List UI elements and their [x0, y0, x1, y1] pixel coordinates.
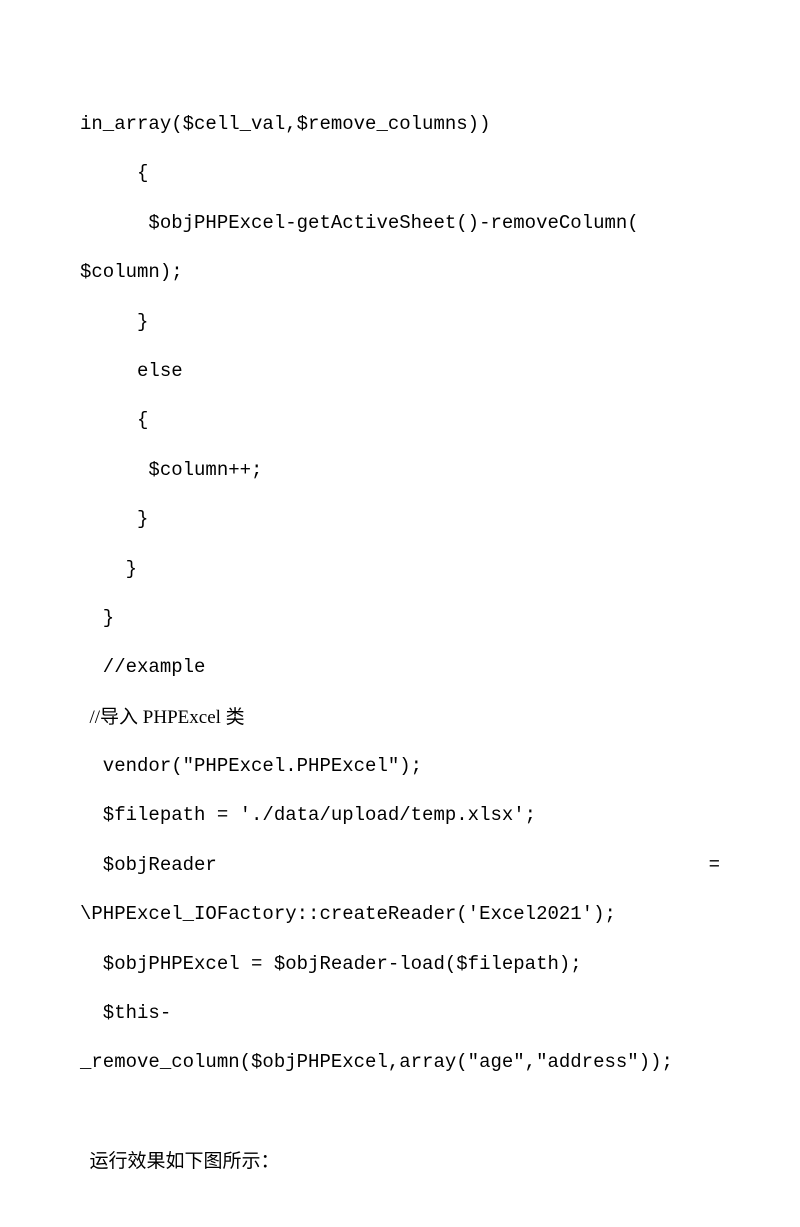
- code-line: $objPHPExcel-getActiveSheet()-removeColu…: [80, 199, 720, 248]
- code-line: }: [80, 545, 720, 594]
- code-fragment-left: $objReader: [80, 841, 217, 890]
- code-comment-cn: //导入 PHPExcel 类: [80, 693, 720, 742]
- code-line: //example: [80, 643, 720, 692]
- blank-line: [80, 1088, 720, 1137]
- code-line: }: [80, 298, 720, 347]
- code-line: $column);: [80, 248, 720, 297]
- document-page: in_array($cell_val,$remove_columns)) { $…: [0, 0, 800, 1227]
- code-fragment-right: =: [709, 841, 720, 890]
- code-line: $filepath = './data/upload/temp.xlsx';: [80, 791, 720, 840]
- code-line: $objPHPExcel = $objReader-load($filepath…: [80, 940, 720, 989]
- code-line: {: [80, 149, 720, 198]
- code-line: \PHPExcel_IOFactory::createReader('Excel…: [80, 890, 720, 939]
- code-line: $this-: [80, 989, 720, 1038]
- code-line: else: [80, 347, 720, 396]
- code-line: in_array($cell_val,$remove_columns)): [80, 100, 720, 149]
- code-line: }: [80, 594, 720, 643]
- code-line: _remove_column($objPHPExcel,array("age",…: [80, 1038, 720, 1087]
- code-line: $column++;: [80, 446, 720, 495]
- code-line: vendor("PHPExcel.PHPExcel");: [80, 742, 720, 791]
- code-line: }: [80, 495, 720, 544]
- code-line-justified: $objReader =: [80, 841, 720, 890]
- code-line: {: [80, 396, 720, 445]
- paragraph-cn: 运行效果如下图所示：: [80, 1137, 720, 1186]
